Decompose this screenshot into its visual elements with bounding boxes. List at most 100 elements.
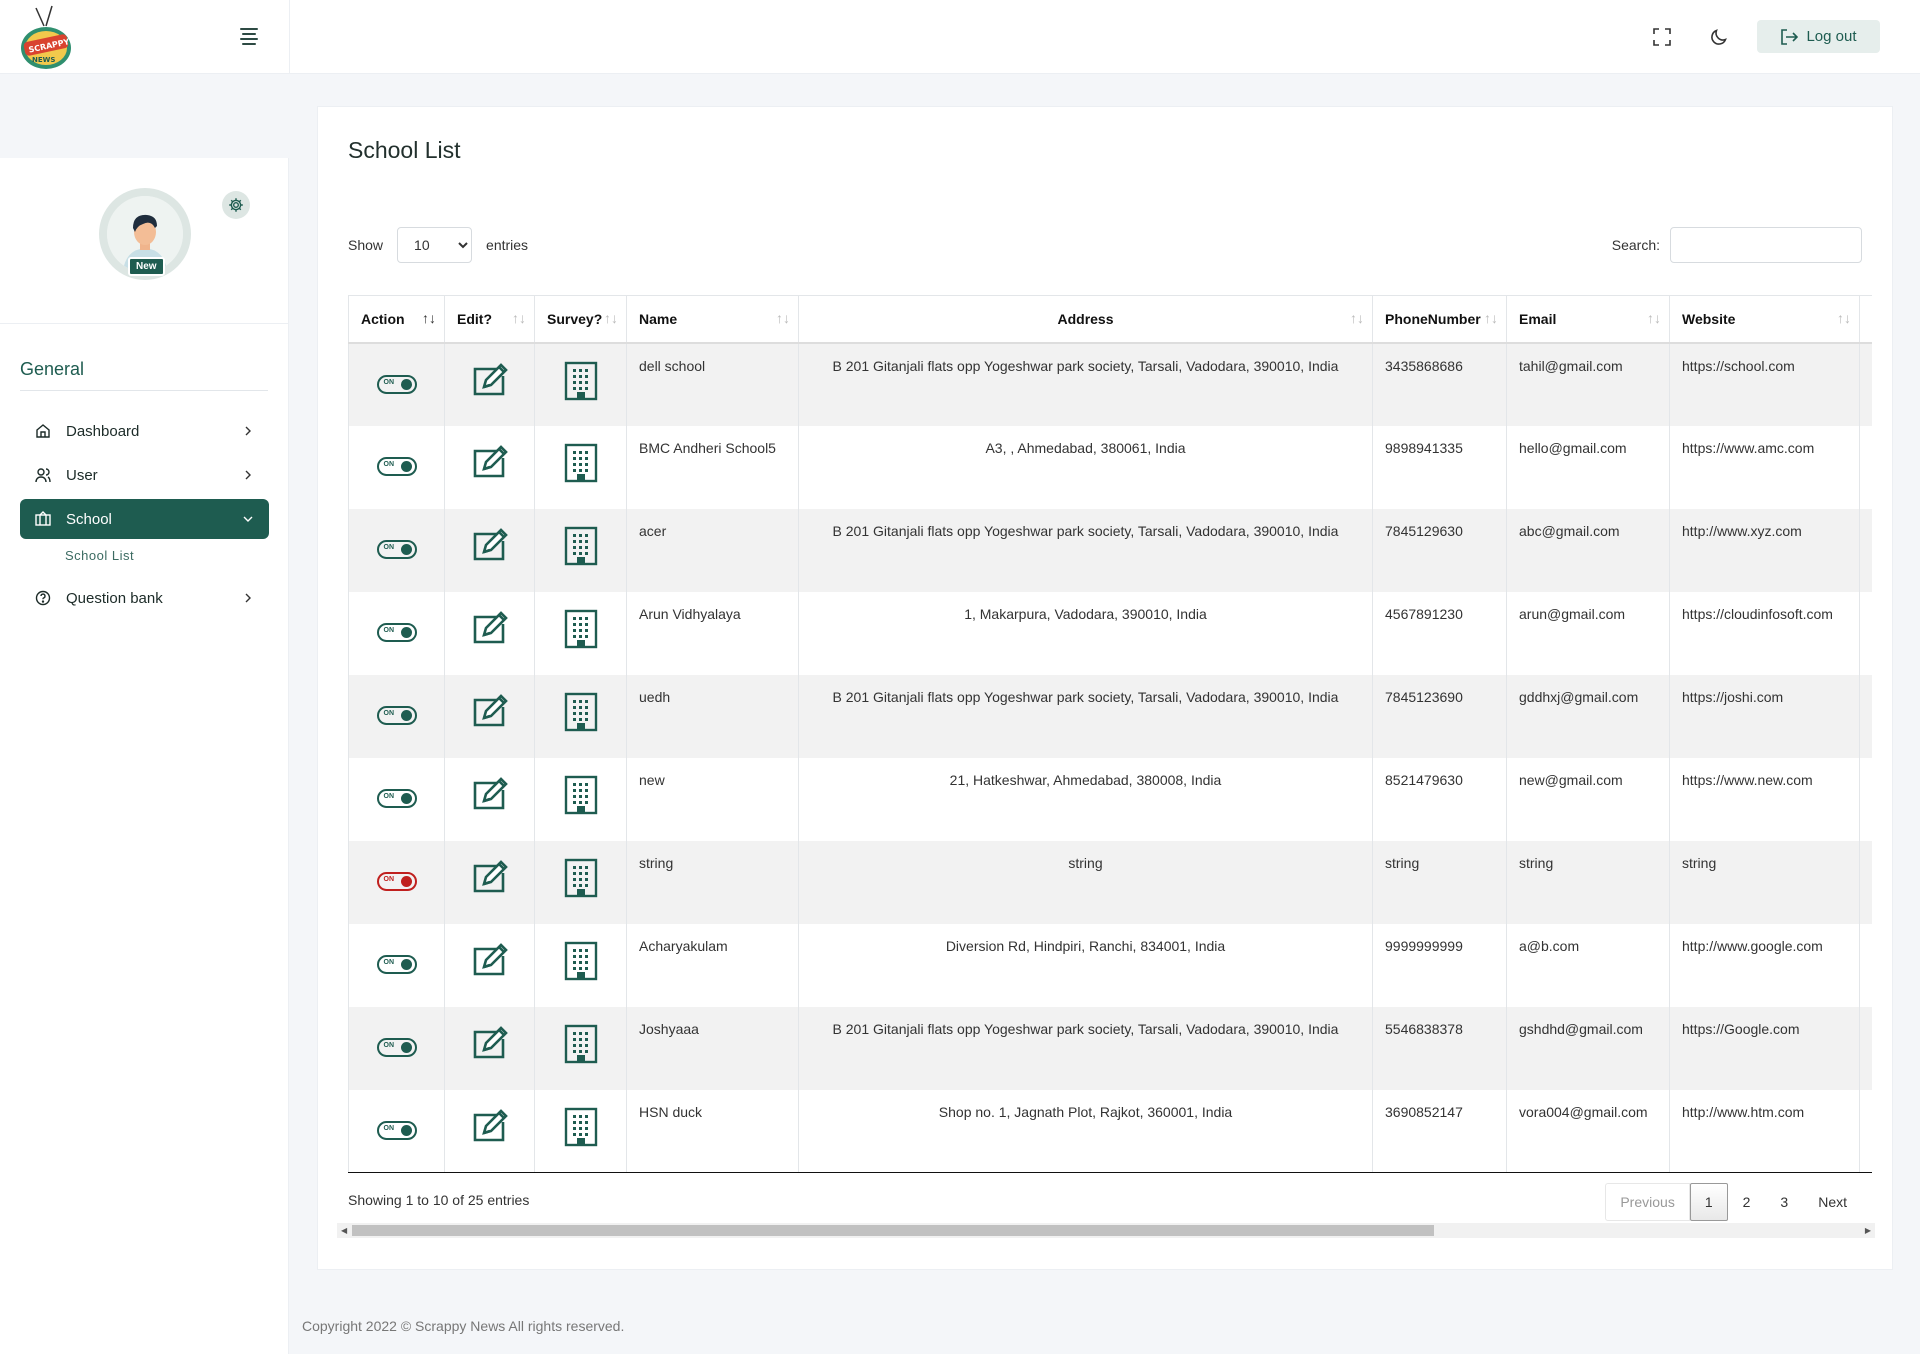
building-icon[interactable]	[564, 526, 598, 569]
sidebar-item-question-bank[interactable]: Question bank	[20, 578, 269, 618]
column-header-phone[interactable]: PhoneNumber ↑↓	[1372, 295, 1507, 344]
edit-icon[interactable]	[470, 610, 510, 648]
sidebar-item-user[interactable]: User	[20, 455, 269, 495]
entries-length-control: Show 10 entries	[348, 227, 528, 263]
moon-icon[interactable]	[1706, 24, 1732, 50]
building-icon[interactable]	[564, 858, 598, 901]
building-icon[interactable]	[564, 775, 598, 818]
email-cell: gddhxj@gmail.com	[1506, 674, 1670, 758]
fullscreen-icon[interactable]	[1649, 24, 1675, 50]
toggle-label: ON	[383, 460, 395, 468]
survey-cell	[534, 1089, 627, 1173]
pagination-page-1[interactable]: 1	[1689, 1183, 1728, 1221]
status-cell	[1859, 425, 1872, 509]
pagination-previous[interactable]: Previous	[1605, 1183, 1690, 1221]
edit-icon[interactable]	[470, 1025, 510, 1063]
status-toggle[interactable]: ON	[376, 456, 417, 476]
toggle-label: ON	[383, 875, 395, 883]
toggle-knob	[400, 875, 412, 887]
column-header-email[interactable]: Email ↑↓	[1506, 295, 1670, 344]
status-toggle[interactable]: ON	[376, 705, 417, 725]
survey-cell	[534, 840, 627, 924]
pagination-page-3[interactable]: 3	[1765, 1183, 1803, 1221]
table-row: ON dell school B 201 Gitanjali flats opp Y…	[348, 342, 1872, 426]
status-toggle[interactable]: ON	[376, 539, 417, 559]
sidebar-item-school[interactable]: School	[20, 499, 269, 539]
building-icon[interactable]	[564, 609, 598, 652]
building-icon[interactable]	[564, 1107, 598, 1150]
column-header-website[interactable]: Website ↑↓	[1669, 295, 1860, 344]
action-cell: ON	[348, 508, 445, 592]
building-icon[interactable]	[564, 692, 598, 735]
logout-label: Log out	[1806, 28, 1857, 45]
settings-button[interactable]	[222, 191, 250, 219]
building-icon[interactable]	[564, 443, 598, 486]
status-toggle[interactable]: ON	[376, 788, 417, 808]
column-header-address[interactable]: Address ↑↓	[798, 295, 1373, 344]
scroll-left-icon[interactable]: ◀	[341, 1226, 347, 1235]
survey-cell	[534, 591, 627, 675]
address-cell: B 201 Gitanjali flats opp Yogeshwar park…	[798, 508, 1373, 592]
status-toggle[interactable]: ON	[376, 871, 417, 891]
column-header-name[interactable]: Name ↑↓	[626, 295, 799, 344]
table-row: ON BMC Andheri School5 A3, , Ahmedabad, 38…	[348, 425, 1872, 509]
scrollbar-thumb[interactable]	[352, 1225, 1434, 1236]
search-control: Search:	[1612, 227, 1862, 263]
edit-cell	[444, 757, 535, 841]
edit-icon[interactable]	[470, 942, 510, 980]
building-icon[interactable]	[564, 941, 598, 984]
toggle-label: ON	[383, 626, 395, 634]
pagination-page-2[interactable]: 2	[1728, 1183, 1766, 1221]
edit-icon[interactable]	[470, 859, 510, 897]
pagination-next[interactable]: Next	[1803, 1183, 1862, 1221]
status-toggle[interactable]: ON	[376, 1120, 417, 1140]
status-toggle[interactable]: ON	[376, 622, 417, 642]
edit-icon[interactable]	[470, 693, 510, 731]
search-label: Search:	[1611, 237, 1660, 253]
toggle-knob	[400, 460, 412, 472]
table-row: ON Arun Vidhyalaya 1, Makarpura, Vadodara,…	[348, 591, 1872, 675]
chevron-right-icon	[245, 426, 251, 436]
sidebar-subitem-school-list[interactable]: School List	[65, 548, 134, 563]
email-cell: hello@gmail.com	[1506, 425, 1670, 509]
status-toggle[interactable]: ON	[376, 374, 417, 394]
email-cell: gshdhd@gmail.com	[1506, 1006, 1670, 1090]
entries-select[interactable]: 10	[397, 227, 473, 263]
column-header-action[interactable]: Action ↑↓	[348, 295, 445, 344]
status-toggle[interactable]: ON	[376, 1037, 417, 1057]
sidebar-item-dashboard[interactable]: Dashboard	[20, 411, 269, 451]
toggle-label: ON	[383, 792, 395, 800]
edit-icon[interactable]	[470, 776, 510, 814]
scroll-right-icon[interactable]: ▶	[1865, 1226, 1871, 1235]
column-header-survey[interactable]: Survey? ↑↓	[534, 295, 627, 344]
action-cell: ON	[348, 1006, 445, 1090]
building-icon[interactable]	[564, 1024, 598, 1067]
action-cell: ON	[348, 1089, 445, 1173]
status-cell	[1859, 757, 1872, 841]
scrappy-news-logo[interactable]: SCRAPPY NEWS	[18, 4, 74, 70]
action-cell: ON	[348, 425, 445, 509]
edit-icon[interactable]	[470, 1108, 510, 1146]
home-icon	[34, 422, 52, 440]
status-toggle[interactable]: ON	[376, 954, 417, 974]
menu-icon[interactable]	[240, 28, 258, 45]
email-cell: abc@gmail.com	[1506, 508, 1670, 592]
edit-icon[interactable]	[470, 362, 510, 400]
column-header-status[interactable]: S	[1859, 295, 1872, 344]
search-input[interactable]	[1670, 227, 1862, 263]
edit-icon[interactable]	[470, 527, 510, 565]
website-cell: https://school.com	[1669, 342, 1860, 426]
horizontal-scrollbar[interactable]: ◀ ▶	[337, 1223, 1875, 1238]
school-list-card: School List Show 10 entries Search: Acti…	[317, 106, 1893, 1270]
sidebar: New General Dashboard User School School…	[0, 158, 289, 1354]
edit-cell	[444, 1006, 535, 1090]
school-icon	[34, 510, 52, 528]
edit-icon[interactable]	[470, 444, 510, 482]
address-cell: A3, , Ahmedabad, 380061, India	[798, 425, 1373, 509]
name-cell: dell school	[626, 342, 799, 426]
phone-cell: 9999999999	[1372, 923, 1507, 1007]
show-label: Show	[348, 237, 384, 253]
column-header-edit[interactable]: Edit? ↑↓	[444, 295, 535, 344]
logout-button[interactable]: Log out	[1757, 20, 1880, 53]
building-icon[interactable]	[564, 361, 598, 404]
